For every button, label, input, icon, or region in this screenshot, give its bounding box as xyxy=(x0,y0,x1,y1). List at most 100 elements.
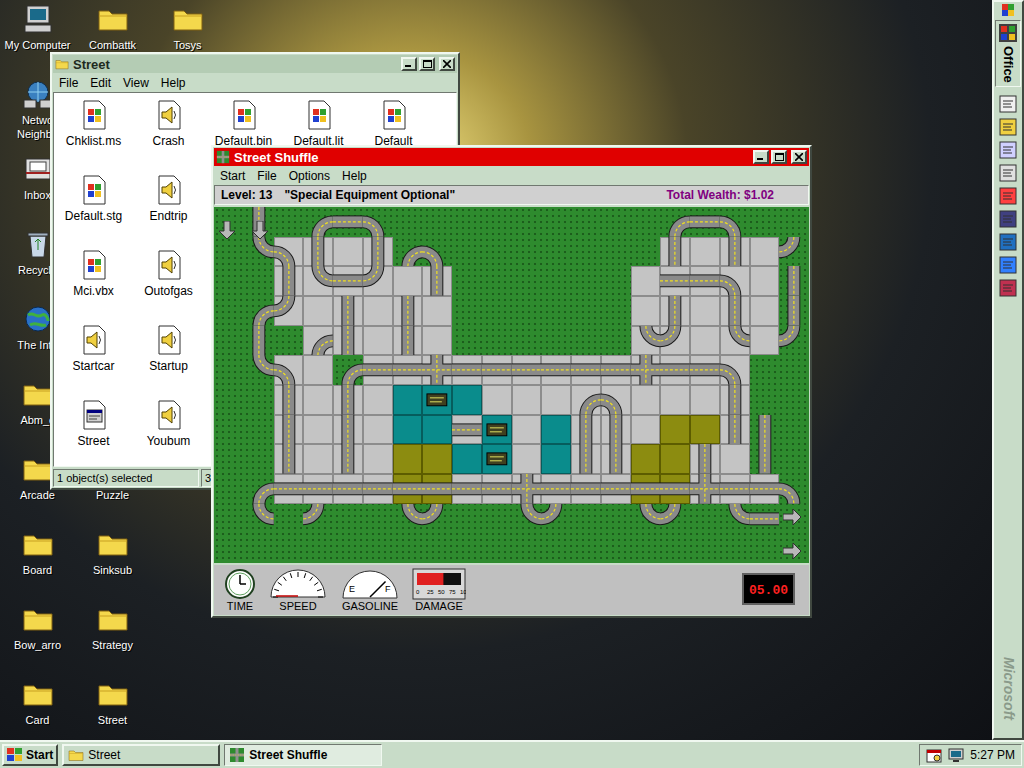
board-tile[interactable] xyxy=(571,207,601,237)
board-tile[interactable] xyxy=(779,296,809,326)
board-tile[interactable] xyxy=(660,207,690,237)
board-tile[interactable] xyxy=(214,415,244,445)
board-tile[interactable] xyxy=(720,207,750,237)
board-tile[interactable] xyxy=(363,326,393,356)
board-tile[interactable] xyxy=(541,266,571,296)
board-tile[interactable] xyxy=(541,474,571,504)
board-tile[interactable] xyxy=(333,415,363,445)
menu-item[interactable]: File xyxy=(53,74,84,92)
board-tile[interactable] xyxy=(482,504,512,534)
board-tile[interactable] xyxy=(333,266,363,296)
board-tile[interactable] xyxy=(720,474,750,504)
display-icon[interactable] xyxy=(948,747,964,763)
board-tile[interactable] xyxy=(750,355,780,385)
board-tile[interactable] xyxy=(690,504,720,534)
board-tile[interactable] xyxy=(214,326,244,356)
board-tile[interactable] xyxy=(393,207,423,237)
file-item[interactable]: Default.stg xyxy=(56,170,131,245)
board-tile[interactable] xyxy=(601,444,631,474)
board-tile[interactable] xyxy=(571,533,601,563)
board-tile[interactable] xyxy=(274,474,304,504)
close-button[interactable] xyxy=(791,150,807,164)
board-tile[interactable] xyxy=(779,237,809,267)
board-tile[interactable] xyxy=(303,266,333,296)
board-tile[interactable] xyxy=(363,415,393,445)
office-title[interactable]: Office xyxy=(995,20,1021,87)
board-tile[interactable] xyxy=(482,533,512,563)
board-tile[interactable] xyxy=(779,385,809,415)
board-tile[interactable] xyxy=(779,444,809,474)
board-tile[interactable] xyxy=(541,385,571,415)
board-tile[interactable] xyxy=(363,474,393,504)
desktop-icon[interactable]: Sinksub xyxy=(75,525,150,577)
board-tile[interactable] xyxy=(750,207,780,237)
board-tile[interactable] xyxy=(393,355,423,385)
board-tile[interactable] xyxy=(690,355,720,385)
board-tile[interactable] xyxy=(452,533,482,563)
board-tile[interactable] xyxy=(779,266,809,296)
board-tile[interactable] xyxy=(482,444,512,474)
board-tile[interactable] xyxy=(631,266,661,296)
board-tile[interactable] xyxy=(393,326,423,356)
board-tile[interactable] xyxy=(363,533,393,563)
board-tile[interactable] xyxy=(750,415,780,445)
board-tile[interactable] xyxy=(214,266,244,296)
desktop-icon[interactable]: Bow_arro xyxy=(0,600,75,652)
board-tile[interactable] xyxy=(541,326,571,356)
board-tile[interactable] xyxy=(482,474,512,504)
board-tile[interactable] xyxy=(274,533,304,563)
desktop-icon[interactable]: My Computer xyxy=(0,0,75,52)
board-tile[interactable] xyxy=(779,326,809,356)
board-tile[interactable] xyxy=(303,444,333,474)
board-tile[interactable] xyxy=(244,533,274,563)
board-tile[interactable] xyxy=(660,415,690,445)
board-tile[interactable] xyxy=(690,474,720,504)
board-tile[interactable] xyxy=(422,296,452,326)
board-tile[interactable] xyxy=(750,504,780,534)
board-tile[interactable] xyxy=(363,385,393,415)
board-tile[interactable] xyxy=(541,296,571,326)
board-tile[interactable] xyxy=(631,207,661,237)
board-tile[interactable] xyxy=(601,415,631,445)
board-tile[interactable] xyxy=(631,415,661,445)
board-tile[interactable] xyxy=(571,237,601,267)
board-tile[interactable] xyxy=(274,296,304,326)
board-tile[interactable] xyxy=(214,385,244,415)
menu-item[interactable]: Edit xyxy=(84,74,117,92)
board-tile[interactable] xyxy=(512,266,542,296)
board-tile[interactable] xyxy=(482,326,512,356)
board-tile[interactable] xyxy=(541,415,571,445)
board-tile[interactable] xyxy=(482,355,512,385)
office-tool-icon[interactable] xyxy=(999,233,1017,251)
board-tile[interactable] xyxy=(422,237,452,267)
board-tile[interactable] xyxy=(393,415,423,445)
board-tile[interactable] xyxy=(690,207,720,237)
board-tile[interactable] xyxy=(512,355,542,385)
board-tile[interactable] xyxy=(333,533,363,563)
menu-item[interactable]: Help xyxy=(155,74,192,92)
board-tile[interactable] xyxy=(363,444,393,474)
board-tile[interactable] xyxy=(512,207,542,237)
board-tile[interactable] xyxy=(482,237,512,267)
board-tile[interactable] xyxy=(750,474,780,504)
board-tile[interactable] xyxy=(333,444,363,474)
board-tile[interactable] xyxy=(214,504,244,534)
board-tile[interactable] xyxy=(660,385,690,415)
board-tile[interactable] xyxy=(274,326,304,356)
board-tile[interactable] xyxy=(333,296,363,326)
board-tile[interactable] xyxy=(571,326,601,356)
board-tile[interactable] xyxy=(720,533,750,563)
menu-item[interactable]: Help xyxy=(336,167,373,185)
board-tile[interactable] xyxy=(274,444,304,474)
board-tile[interactable] xyxy=(541,444,571,474)
board-tile[interactable] xyxy=(690,237,720,267)
board-tile[interactable] xyxy=(303,355,333,385)
board-tile[interactable] xyxy=(422,444,452,474)
board-tile[interactable] xyxy=(601,355,631,385)
board-tile[interactable] xyxy=(422,266,452,296)
game-board[interactable] xyxy=(214,207,809,563)
board-tile[interactable] xyxy=(779,207,809,237)
board-tile[interactable] xyxy=(660,444,690,474)
board-tile[interactable] xyxy=(452,266,482,296)
board-tile[interactable] xyxy=(333,207,363,237)
